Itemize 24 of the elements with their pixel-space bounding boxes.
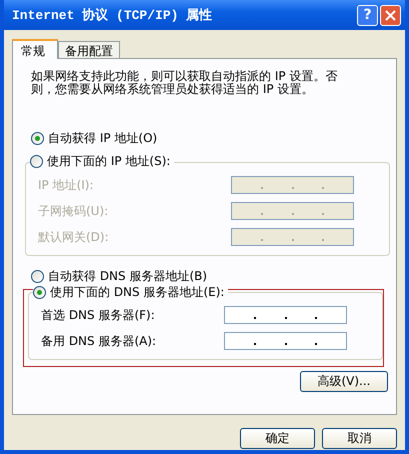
window-title: Internet 协议 (TCP/IP) 属性: [12, 6, 214, 24]
ip-address-field[interactable]: [224, 332, 347, 350]
advanced-button[interactable]: 高级(V)...: [300, 371, 388, 392]
description-text: 如果网络支持此功能，则可以获取自动指派的 IP 设置。否则，您需要从网络系统管理员处获得适当的 IP 设置。: [31, 70, 338, 96]
radio-label[interactable]: 自动获得 IP 地址(O): [48, 130, 158, 147]
tab[interactable]: 备用配置: [58, 41, 120, 58]
radio-button[interactable]: [30, 155, 43, 168]
field-label: 默认网关(D):: [38, 228, 109, 246]
radio-label[interactable]: 自动获得 DNS 服务器地址(B): [48, 268, 208, 285]
ip-address-field[interactable]: [224, 306, 347, 324]
field-label: 子网掩码(U):: [38, 202, 108, 220]
radio-button[interactable]: [33, 286, 46, 299]
field-label: 首选 DNS 服务器(F):: [41, 306, 155, 324]
radio-button[interactable]: [31, 132, 44, 145]
tab[interactable]: 常规: [12, 39, 58, 59]
radio-button[interactable]: [31, 270, 44, 283]
help-button[interactable]: ?: [357, 4, 378, 26]
close-button[interactable]: [380, 4, 401, 26]
dialog-button[interactable]: 确定: [240, 428, 315, 449]
radio-label[interactable]: 使用下面的 IP 地址(S):: [47, 153, 170, 170]
dialog-button[interactable]: 取消: [322, 428, 397, 449]
close-icon: [385, 10, 396, 20]
field-label: IP 地址(I):: [38, 176, 94, 194]
field-label: 备用 DNS 服务器(A):: [41, 332, 156, 350]
